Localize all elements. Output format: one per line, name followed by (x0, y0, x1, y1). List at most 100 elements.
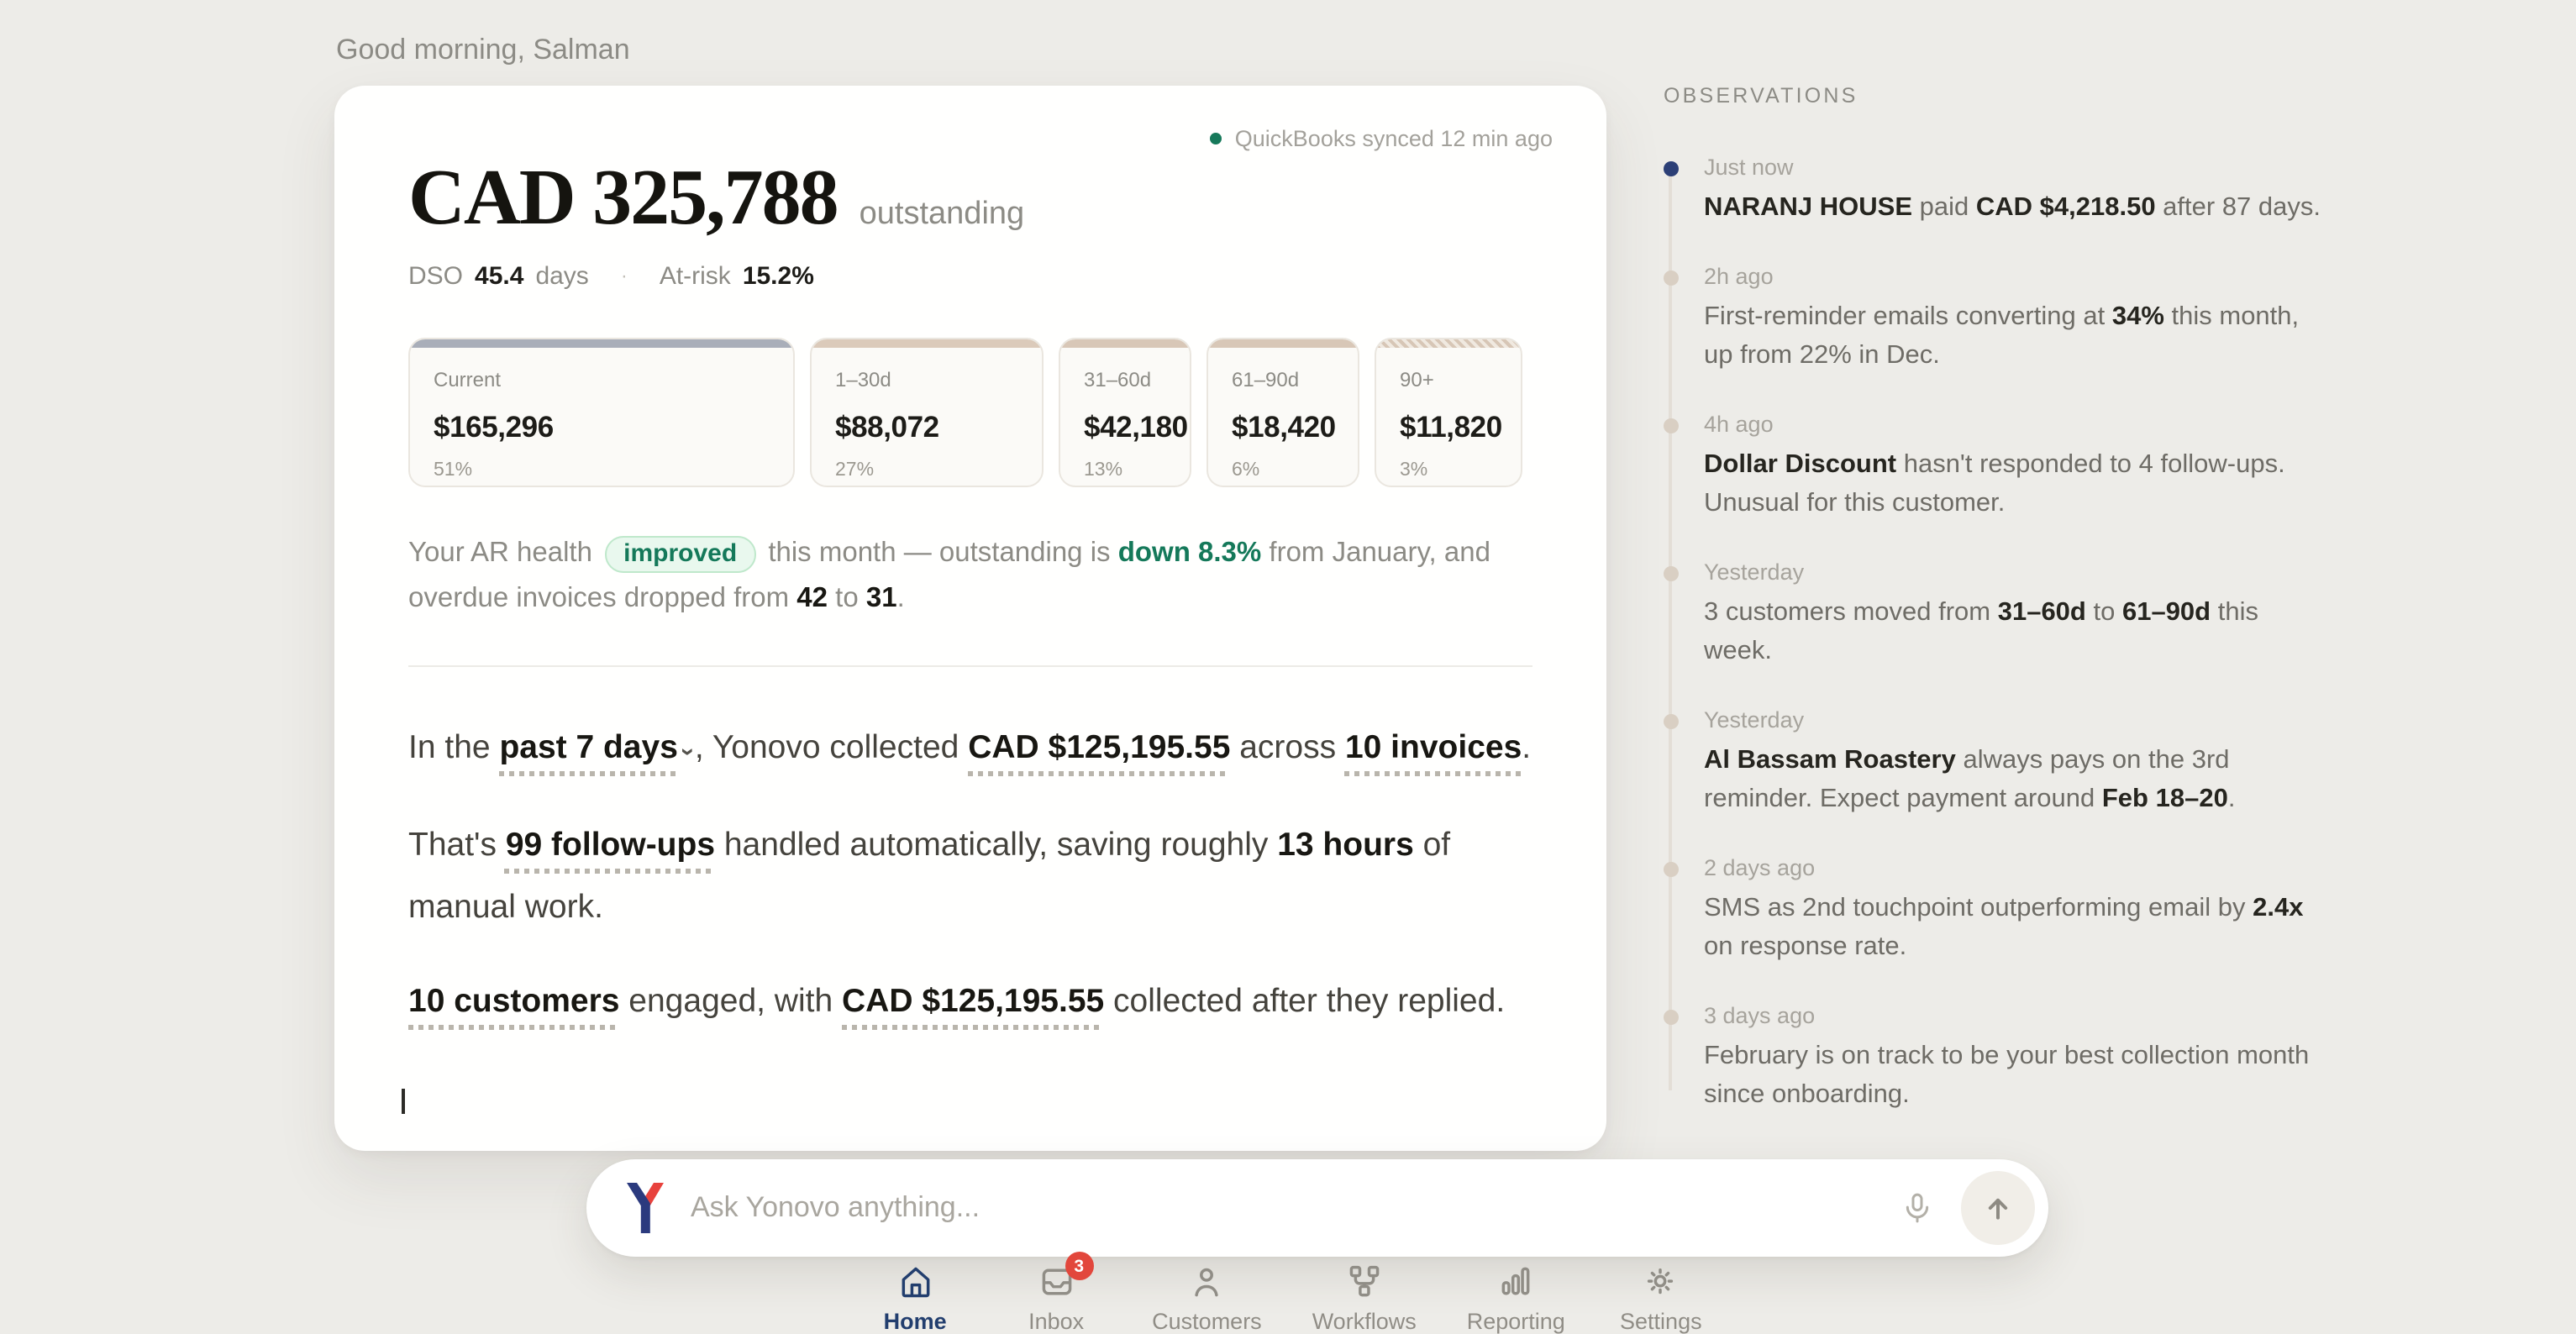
bucket-label: 1–30d (835, 368, 1018, 391)
bucket-accent-bar (410, 339, 793, 348)
bucket-label: 61–90d (1232, 368, 1334, 391)
insight-paragraph-customers: 10 customers engaged, with CAD $125,195.… (408, 971, 1532, 1033)
bucket-pct: 51% (434, 460, 770, 481)
inline-dropdown-trigger[interactable]: 10 customers (408, 983, 619, 1020)
mic-icon (1900, 1191, 1934, 1225)
inline-dropdown-trigger[interactable]: CAD $125,195.55 (968, 729, 1230, 766)
yonovo-logo-icon (623, 1183, 667, 1233)
observation-item: Yesterday Al Bassam Roastery always pays… (1664, 707, 2332, 818)
nav-item-customers[interactable]: Customers (1152, 1263, 1262, 1334)
text-segment: 34% (2112, 302, 2164, 331)
bucket-31-60d[interactable]: 31–60d $42,180 13% (1059, 338, 1191, 487)
inline-dropdown-trigger[interactable]: 99 follow-ups (506, 826, 715, 863)
divider (408, 665, 1532, 667)
timeline-dot (1664, 1010, 1679, 1025)
text-segment: Your AR health (408, 538, 600, 568)
ask-input[interactable] (687, 1190, 1884, 1226)
text-segment: down 8.3% (1118, 538, 1262, 568)
text-segment: engaged, with (619, 983, 842, 1020)
nav-item-home[interactable]: Home (870, 1263, 960, 1334)
text-segment: First-reminder emails converting at (1704, 302, 2112, 331)
observation-item: Just now NARANJ HOUSE paid CAD $4,218.50… (1664, 155, 2332, 227)
timeline-dot (1664, 714, 1679, 729)
app-root: Good morning, Salman QuickBooks synced 1… (0, 0, 2576, 1331)
nav-item-settings[interactable]: Settings (1616, 1263, 1706, 1334)
observation-item: 4h ago Dollar Discount hasn't responded … (1664, 412, 2332, 523)
observation-text: Al Bassam Roastery always pays on the 3r… (1704, 741, 2332, 818)
observation-time: 2h ago (1704, 264, 2332, 289)
text-segment: CAD $4,218.50 (1976, 193, 2156, 222)
observation-text: First-reminder emails converting at 34% … (1704, 297, 2332, 375)
inline-dropdown-trigger[interactable]: 10 invoices (1345, 729, 1522, 766)
bucket-61-90d[interactable]: 61–90d $18,420 6% (1207, 338, 1359, 487)
bucket-current[interactable]: Current $165,296 51% (408, 338, 795, 487)
bucket-value: $42,180 (1084, 410, 1166, 445)
bucket-value: $18,420 (1232, 410, 1334, 445)
summary-card: QuickBooks synced 12 min ago CAD 325,788… (334, 86, 1606, 1151)
person-icon (1188, 1263, 1225, 1300)
dso-label: DSO (408, 261, 463, 290)
observation-item: Yesterday 3 customers moved from 31–60d … (1664, 559, 2332, 670)
observation-item: 3 days ago February is on track to be yo… (1664, 1003, 2332, 1114)
inline-dropdown-trigger[interactable]: past 7 days (499, 729, 677, 766)
text-segment: , Yonovo collected (695, 729, 968, 766)
text-segment: 31 (866, 583, 897, 613)
text-segment: Feb 18–20 (2102, 785, 2228, 813)
observation-text: NARANJ HOUSE paid CAD $4,218.50 after 87… (1704, 188, 2332, 227)
observation-item: 2h ago First-reminder emails converting … (1664, 264, 2332, 375)
ask-bar (586, 1159, 2048, 1257)
clipped-text-cursor (402, 1089, 405, 1114)
bar-chart-icon (1497, 1263, 1534, 1300)
observations-panel: OBSERVATIONS Just now NARANJ HOUSE paid … (1664, 84, 2332, 1151)
text-segment: collected after they replied. (1104, 983, 1505, 1020)
bucket-pct: 6% (1232, 460, 1334, 481)
bucket-label: 31–60d (1084, 368, 1166, 391)
bucket-1-30d[interactable]: 1–30d $88,072 27% (810, 338, 1044, 487)
observation-time: Just now (1704, 155, 2332, 180)
bucket-accent-bar (1208, 339, 1358, 348)
inbox-badge: 3 (1065, 1252, 1093, 1280)
sync-status-dot (1210, 133, 1222, 144)
text-segment: . (1522, 729, 1531, 766)
bucket-pct: 13% (1084, 460, 1166, 481)
observation-text: February is on track to be your best col… (1704, 1037, 2332, 1114)
inline-dropdown-trigger[interactable]: › (658, 748, 720, 756)
bucket-value: $88,072 (835, 410, 1018, 445)
text-segment: paid (1912, 193, 1976, 222)
nav-item-inbox[interactable]: 3 Inbox (1011, 1263, 1101, 1334)
text-segment: . (2228, 785, 2236, 813)
observations-list: Just now NARANJ HOUSE paid CAD $4,218.50… (1664, 155, 2332, 1114)
nav-item-workflows[interactable]: Workflows (1312, 1263, 1417, 1334)
inline-dropdown-trigger[interactable]: CAD $125,195.55 (842, 983, 1104, 1020)
home-icon (896, 1263, 933, 1300)
text-segment: this month — outstanding is (760, 538, 1118, 568)
bucket-accent-bar (812, 339, 1042, 348)
insight-paragraph-collections: In the past 7 days›, Yonovo collected CA… (408, 717, 1532, 781)
sync-status-label: QuickBooks synced 12 min ago (1235, 126, 1553, 151)
kpi-separator: · (621, 264, 628, 287)
timeline-dot (1664, 270, 1679, 286)
nav-item-reporting[interactable]: Reporting (1467, 1263, 1565, 1334)
text-segment: 61–90d (2122, 598, 2211, 627)
observation-time: 3 days ago (1704, 1003, 2332, 1028)
text-segment: In the (408, 729, 499, 766)
timeline-dot (1664, 418, 1679, 433)
text-segment: Dollar Discount (1704, 450, 1896, 479)
at-risk-value: 15.2% (743, 261, 814, 290)
send-button[interactable] (1961, 1171, 2035, 1245)
mic-button[interactable] (1884, 1174, 1951, 1242)
kpi-row: DSO 45.4 days · At-risk 15.2% (408, 260, 1532, 291)
bucket-90-plus[interactable]: 90+ $11,820 3% (1375, 338, 1522, 487)
text-segment: after 87 days. (2156, 193, 2321, 222)
outstanding-amount: CAD 325,788 (408, 153, 838, 244)
bucket-pct: 3% (1400, 460, 1497, 481)
text-segment: to (2086, 598, 2122, 627)
text-segment: improved (605, 536, 755, 573)
observation-text: 3 customers moved from 31–60d to 61–90d … (1704, 593, 2332, 670)
bucket-pct: 27% (835, 460, 1018, 481)
dso-unit: days (535, 261, 588, 290)
observation-text: SMS as 2nd touchpoint outperforming emai… (1704, 889, 2332, 966)
text-segment: on response rate. (1704, 932, 1906, 961)
text-segment: February is on track to be your best col… (1704, 1042, 2309, 1109)
text-segment: handled automatically, saving roughly (715, 826, 1277, 863)
